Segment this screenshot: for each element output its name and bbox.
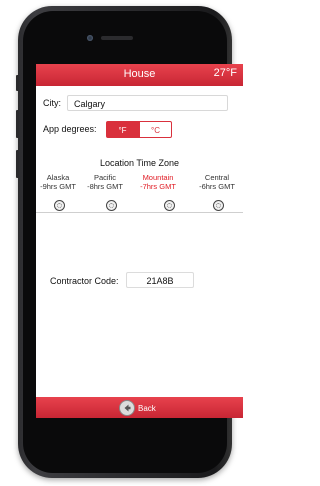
front-camera bbox=[87, 35, 93, 41]
earpiece-speaker bbox=[101, 36, 133, 40]
page-title: House bbox=[123, 68, 156, 80]
contractor-code-input[interactable]: 21A8B bbox=[126, 272, 194, 288]
header-bar: House 27°F bbox=[36, 64, 243, 86]
section-divider bbox=[36, 212, 243, 213]
timezone-central[interactable]: Central -6hrs GMT bbox=[194, 173, 240, 191]
app-degrees-label: App degrees: bbox=[43, 124, 97, 134]
timezone-offset: -8hrs GMT bbox=[87, 182, 123, 191]
temperature-readout: 27°F bbox=[213, 67, 237, 79]
timezone-pacific[interactable]: Pacific -8hrs GMT bbox=[82, 173, 128, 191]
back-arrow-icon bbox=[119, 400, 135, 416]
timezone-mountain[interactable]: Mountain -7hrs GMT bbox=[135, 173, 181, 191]
footer-bar: Back bbox=[36, 397, 243, 418]
back-label: Back bbox=[138, 403, 156, 413]
timezone-radio-pacific[interactable] bbox=[106, 200, 117, 211]
timezone-name: Alaska bbox=[46, 173, 70, 182]
city-label: City: bbox=[43, 98, 61, 108]
volume-down-button bbox=[16, 150, 19, 178]
volume-up-button bbox=[16, 110, 19, 138]
timezone-offset: -7hrs GMT bbox=[140, 182, 176, 191]
contractor-code-label: Contractor Code: bbox=[50, 276, 119, 286]
app-screen: House 27°F City: Calgary App degrees: °F… bbox=[36, 64, 243, 418]
mute-switch bbox=[16, 75, 19, 91]
timezone-radio-mountain[interactable] bbox=[164, 200, 175, 211]
timezone-name: Central bbox=[204, 173, 230, 182]
timezone-offset: -9hrs GMT bbox=[40, 182, 76, 191]
timezone-radio-alaska[interactable] bbox=[54, 200, 65, 211]
timezone-offset: -6hrs GMT bbox=[199, 182, 235, 191]
fahrenheit-toggle[interactable]: °F bbox=[106, 121, 139, 138]
celsius-toggle[interactable]: °C bbox=[139, 121, 172, 138]
back-button[interactable]: Back bbox=[119, 399, 156, 417]
timezone-radio-central[interactable] bbox=[213, 200, 224, 211]
timezone-alaska[interactable]: Alaska -9hrs GMT bbox=[36, 173, 81, 191]
city-input[interactable]: Calgary bbox=[67, 95, 228, 111]
timezone-name: Pacific bbox=[93, 173, 117, 182]
timezone-name: Mountain bbox=[142, 173, 174, 182]
timezone-heading: Location Time Zone bbox=[99, 158, 180, 168]
